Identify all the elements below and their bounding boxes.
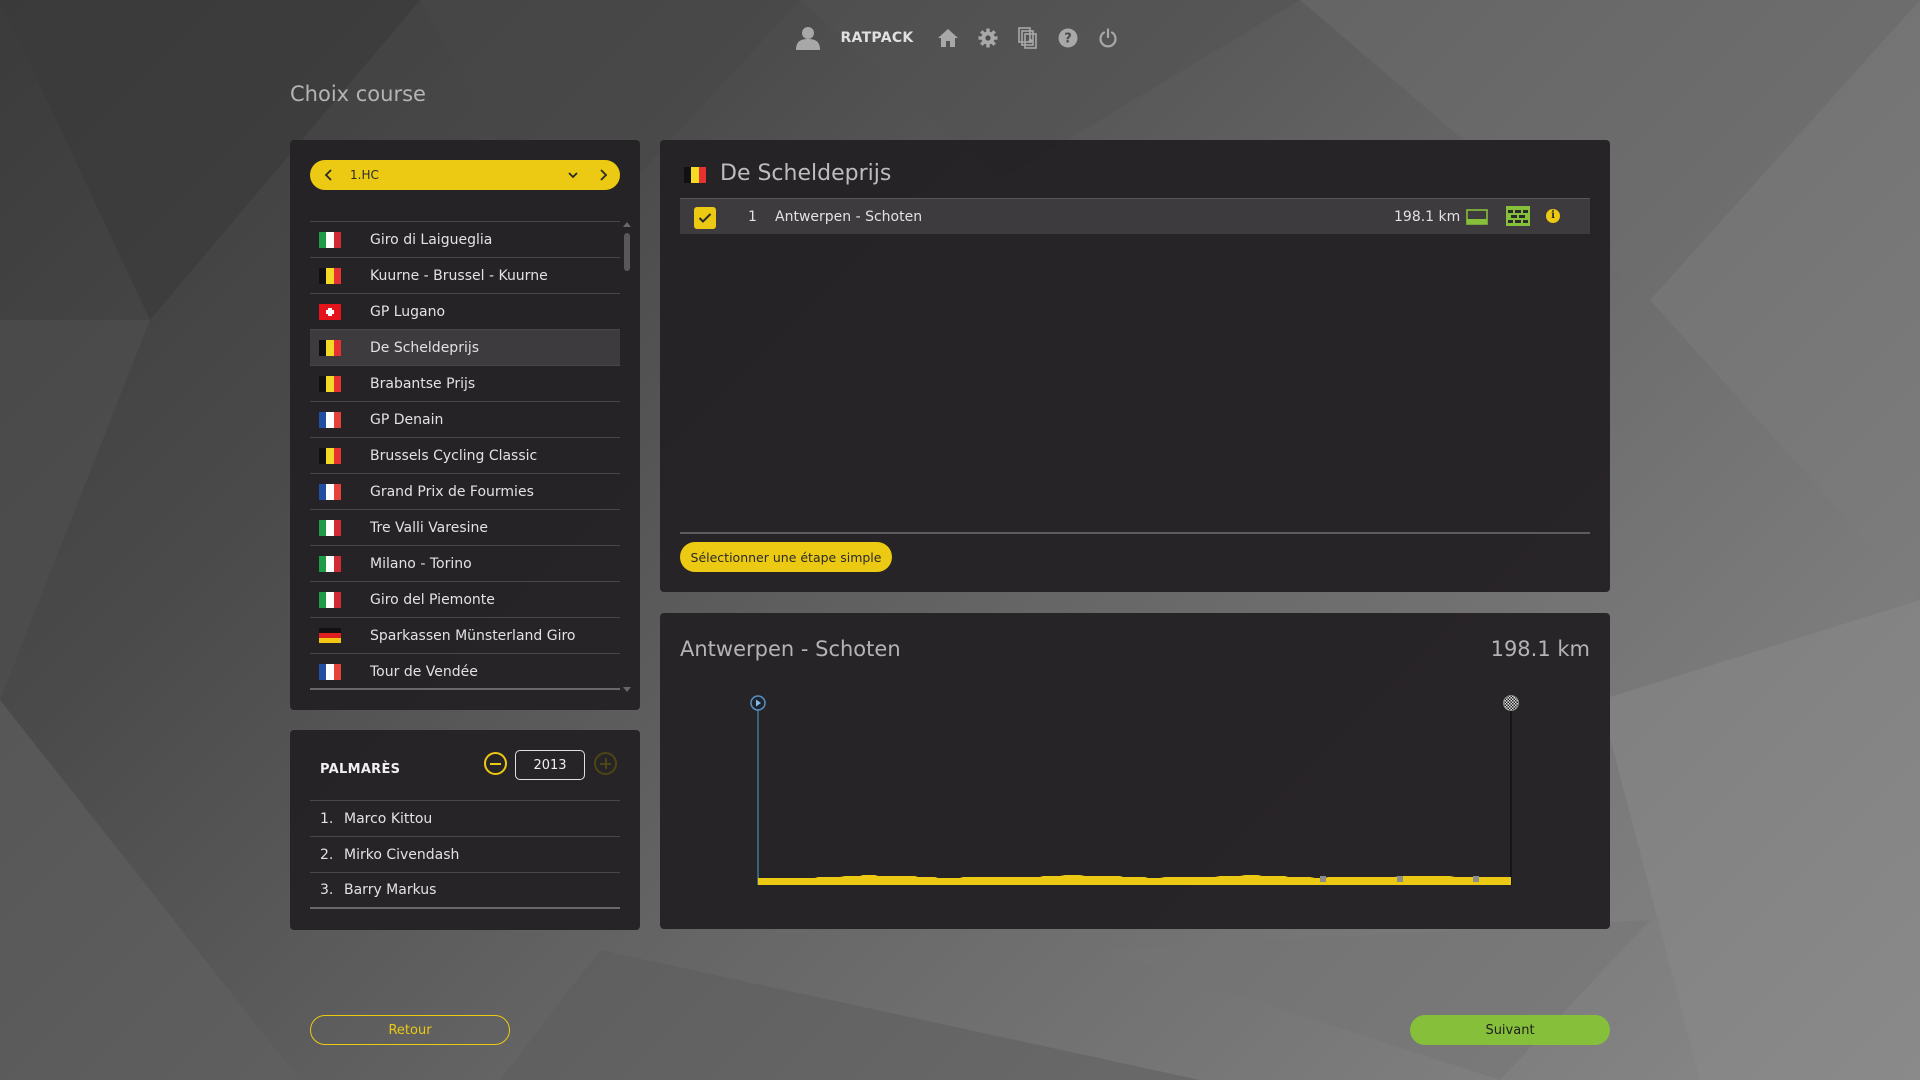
help-icon[interactable]: ?	[1048, 22, 1088, 54]
race-list-item[interactable]: GP Denain	[310, 402, 620, 438]
race-list-panel: 1.HC Giro di Laigueglia Kuurne - Brussel …	[290, 140, 640, 710]
race-name: Sparkassen Münsterland Giro	[370, 627, 576, 644]
flat-profile-icon[interactable]	[1466, 209, 1488, 225]
race-list: Giro di Laigueglia Kuurne - Brussel - Kuu…	[310, 221, 620, 690]
race-name: Milano - Torino	[370, 555, 472, 572]
top-bar: RATPACK ?	[0, 22, 1920, 54]
stage-number: 1	[748, 209, 757, 225]
sector-marker	[1397, 876, 1403, 882]
race-name: Grand Prix de Fourmies	[370, 483, 534, 500]
race-list-item[interactable]: Brussels Cycling Classic	[310, 438, 620, 474]
rider-name: Barry Markus	[344, 882, 437, 898]
palmares-entry: 1. Marco Kittou	[310, 801, 620, 837]
sector-marker	[1320, 876, 1326, 882]
finish-flag-icon	[1503, 695, 1519, 711]
palmares-list: 1. Marco Kittou 2. Mirko Civendash 3. Barry M…	[310, 800, 620, 909]
chevron-down-icon[interactable]	[566, 167, 580, 183]
select-single-stage-button[interactable]: Sélectionner une étape simple	[680, 542, 892, 572]
race-list-item[interactable]: Tre Valli Varesine	[310, 510, 620, 546]
flag-france-icon	[319, 483, 341, 500]
flag-belgium-icon	[319, 447, 341, 464]
gear-icon[interactable]	[968, 22, 1008, 54]
svg-text:?: ?	[1064, 32, 1072, 47]
flag-germany-icon	[319, 627, 341, 644]
scroll-down-arrow-icon[interactable]	[623, 687, 631, 692]
next-button[interactable]: Suivant	[1410, 1015, 1610, 1045]
stage-list-divider	[680, 532, 1590, 534]
stage-distance: 198.1 km	[1394, 209, 1461, 225]
palmares-rank: 1.	[320, 810, 334, 827]
race-name: Giro del Piemonte	[370, 591, 495, 608]
stage-profile-panel: Antwerpen - Schoten 198.1 km	[660, 613, 1610, 929]
username-label: RATPACK	[840, 30, 914, 46]
year-input[interactable]	[515, 750, 585, 780]
stage-checkbox[interactable]	[694, 207, 716, 229]
flag-italy-icon	[319, 519, 341, 536]
race-name: Brussels Cycling Classic	[370, 447, 538, 464]
race-name: Giro di Laigueglia	[370, 231, 493, 248]
elevation-profile-chart	[750, 695, 1519, 885]
user-icon[interactable]	[792, 22, 824, 54]
race-list-scrollbar[interactable]	[623, 222, 631, 692]
palmares-panel: PALMARÈS 1. Marco Kittou 2. Mirko Civendash…	[290, 730, 640, 930]
race-list-item[interactable]: Milano - Torino	[310, 546, 620, 582]
flag-italy-icon	[319, 231, 341, 248]
race-list-item[interactable]: Kuurne - Brussel - Kuurne	[310, 258, 620, 294]
year-increment-button[interactable]	[594, 752, 617, 775]
flag-italy-icon	[319, 591, 341, 608]
race-name: GP Denain	[370, 411, 444, 428]
stage-name: Antwerpen - Schoten	[775, 209, 923, 225]
flag-belgium-icon	[684, 167, 706, 183]
flag-france-icon	[319, 663, 341, 680]
flag-belgium-icon	[319, 339, 341, 356]
race-list-item[interactable]: Grand Prix de Fourmies	[310, 474, 620, 510]
palmares-entry: 3. Barry Markus	[310, 873, 620, 909]
race-list-item[interactable]: Giro del Piemonte	[310, 582, 620, 618]
flag-belgium-icon	[319, 375, 341, 392]
palmares-title: PALMARÈS	[320, 762, 401, 777]
sector-marker	[1473, 876, 1479, 882]
race-name: Brabantse Prijs	[370, 375, 476, 392]
flag-france-icon	[319, 411, 341, 428]
scrollbar-thumb[interactable]	[624, 233, 630, 271]
power-icon[interactable]	[1088, 22, 1128, 54]
check-icon	[698, 213, 712, 223]
palmares-entry: 2. Mirko Civendash	[310, 837, 620, 873]
category-value: 1.HC	[350, 168, 379, 182]
race-list-item[interactable]: Brabantse Prijs	[310, 366, 620, 402]
cards-icon[interactable]	[1008, 22, 1048, 54]
race-title: De Scheldeprijs	[720, 161, 892, 186]
race-list-bottom-divider	[310, 688, 620, 690]
page-title: Choix course	[290, 82, 426, 106]
scroll-up-arrow-icon[interactable]	[623, 222, 631, 227]
home-icon[interactable]	[928, 22, 968, 54]
race-name: Kuurne - Brussel - Kuurne	[370, 267, 548, 284]
flag-italy-icon	[319, 555, 341, 572]
flag-belgium-icon	[319, 267, 341, 284]
cobblestone-icon[interactable]	[1506, 206, 1530, 226]
flag-switzerland-icon	[319, 303, 341, 320]
start-icon	[750, 695, 766, 711]
race-list-item[interactable]: Tour de Vendée	[310, 654, 620, 690]
category-select[interactable]: 1.HC	[310, 160, 620, 190]
race-name: GP Lugano	[370, 303, 446, 320]
race-list-item[interactable]: Giro di Laigueglia	[310, 222, 620, 258]
race-list-item[interactable]: GP Lugano	[310, 294, 620, 330]
race-list-item[interactable]: Sparkassen Münsterland Giro	[310, 618, 620, 654]
info-icon[interactable]: i	[1546, 209, 1560, 223]
race-name: De Scheldeprijs	[370, 339, 480, 356]
race-name: Tre Valli Varesine	[370, 519, 488, 536]
year-decrement-button[interactable]	[484, 752, 507, 775]
rider-name: Mirko Civendash	[344, 846, 460, 863]
palmares-rank: 3.	[320, 882, 334, 898]
race-name: Tour de Vendée	[370, 663, 478, 680]
stage-row[interactable]: 1 Antwerpen - Schoten 198.1 km i	[680, 198, 1590, 234]
chevron-right-icon[interactable]	[596, 166, 610, 184]
race-detail-panel: De Scheldeprijs 1 Antwerpen - Schoten 19…	[660, 140, 1610, 592]
palmares-rank: 2.	[320, 846, 334, 863]
chevron-left-icon[interactable]	[322, 166, 336, 184]
rider-name: Marco Kittou	[344, 810, 433, 827]
race-list-item[interactable]: De Scheldeprijs	[310, 330, 620, 366]
back-button[interactable]: Retour	[310, 1015, 510, 1045]
